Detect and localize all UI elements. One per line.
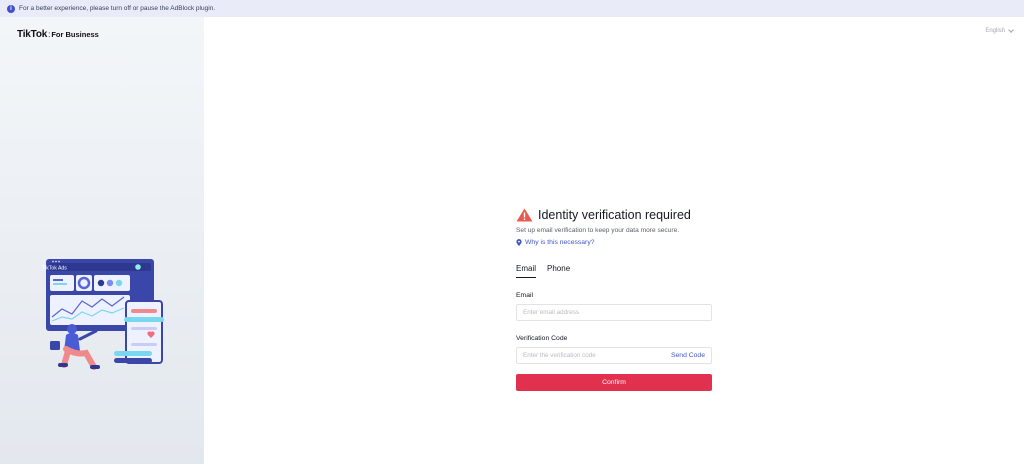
brand-name: TikTok	[17, 29, 48, 40]
brand-suffix: For Business	[51, 30, 99, 39]
language-label: English	[985, 28, 1005, 34]
verification-form: Identity verification required Set up em…	[516, 208, 712, 391]
email-input[interactable]	[523, 309, 705, 316]
why-necessary-link[interactable]: Why is this necessary?	[516, 239, 712, 246]
tab-phone[interactable]: Phone	[547, 264, 570, 278]
illustration-label: TikTok Ads	[42, 266, 67, 272]
title-row: Identity verification required	[516, 208, 712, 222]
why-necessary-label: Why is this necessary?	[525, 239, 595, 246]
tab-email[interactable]: Email	[516, 264, 537, 278]
warning-icon	[516, 208, 533, 222]
info-icon: i	[7, 4, 15, 13]
brand-logo[interactable]: TikTok : For Business	[17, 29, 99, 40]
confirm-button[interactable]: Confirm	[516, 374, 712, 391]
send-code-button[interactable]: Send Code	[671, 352, 705, 359]
page-title: Identity verification required	[538, 208, 691, 222]
method-tabs: Email Phone	[516, 264, 712, 278]
language-selector[interactable]: English	[985, 27, 1014, 34]
brand-separator: :	[48, 30, 51, 39]
location-pin-icon	[516, 239, 522, 246]
verification-code-label: Verification Code	[516, 335, 568, 342]
verification-code-input[interactable]	[523, 352, 671, 359]
adblock-notice-bar: i For a better experience, please turn o…	[0, 0, 1024, 17]
chevron-down-icon	[1008, 27, 1014, 33]
notice-text: For a better experience, please turn off…	[19, 5, 216, 12]
email-label: Email	[516, 292, 533, 299]
page-subtitle: Set up email verification to keep your d…	[516, 227, 680, 234]
verification-code-wrapper: Send Code	[516, 347, 712, 364]
right-panel: English Identity verification required S…	[204, 17, 1024, 464]
dashboard-illustration: TikTok Ads	[42, 259, 164, 370]
email-input-wrapper	[516, 304, 712, 321]
left-panel: TikTok : For Business TikTok Ads	[0, 17, 204, 464]
